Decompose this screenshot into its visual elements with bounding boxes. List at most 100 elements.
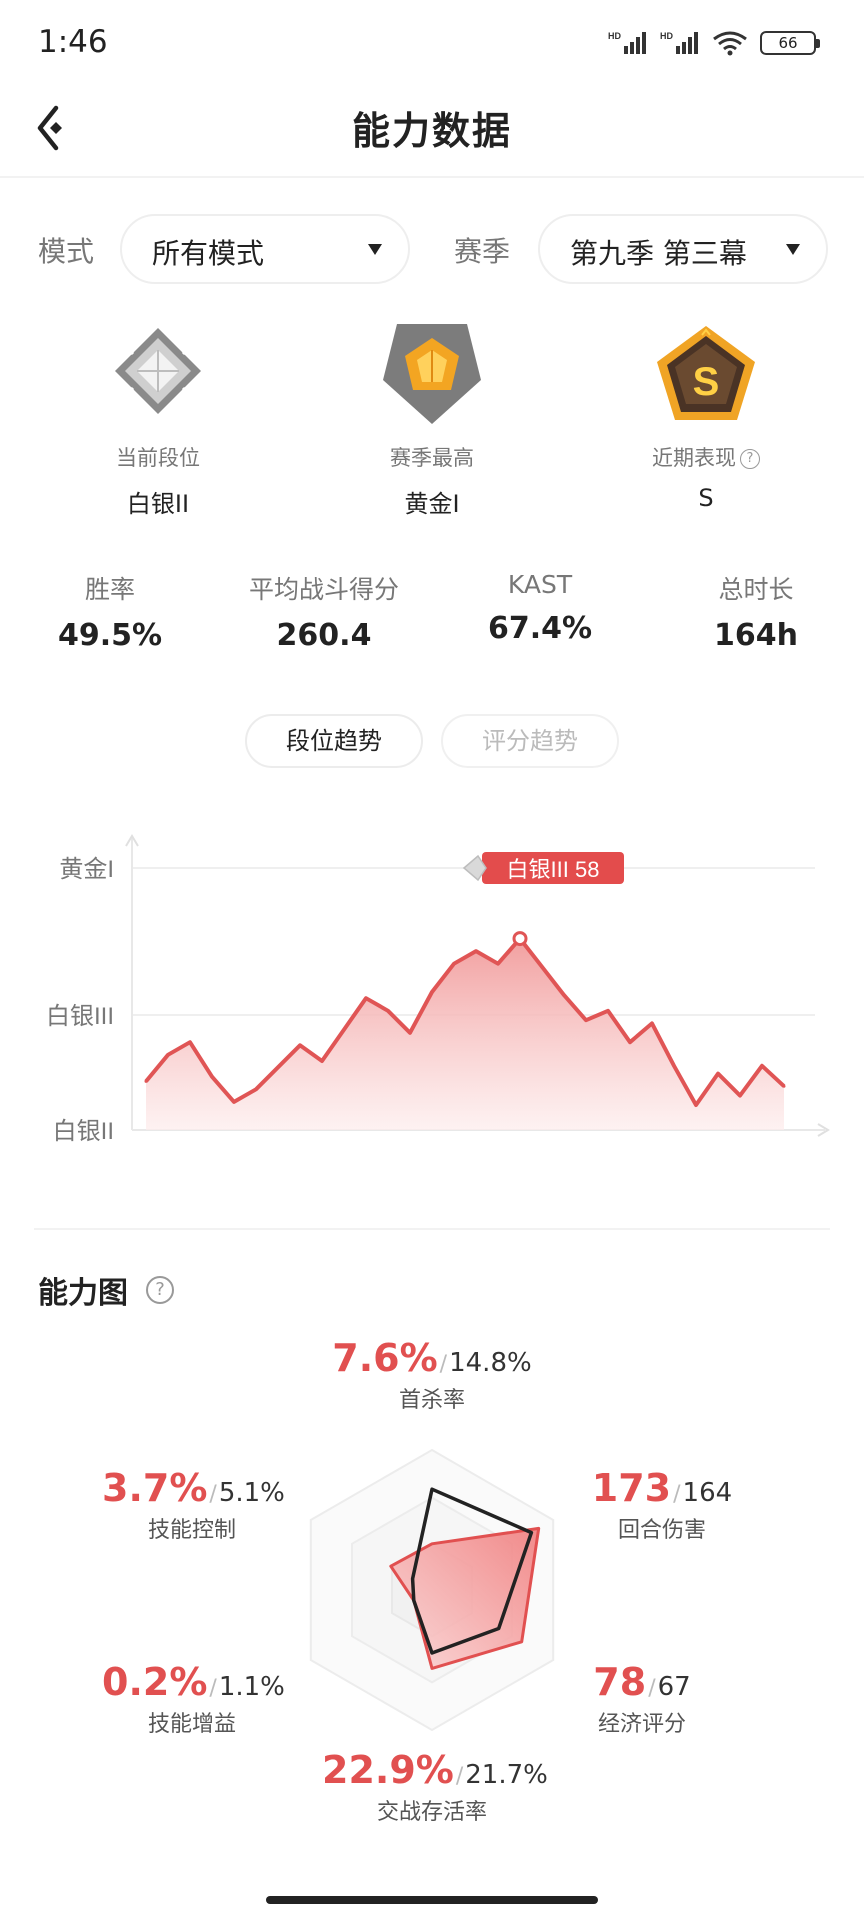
chart-y-tick-label: 白银III [46,1003,114,1030]
mode-label: 模式 [38,235,95,268]
chart-highlight-point[interactable] [512,931,528,947]
ability-title: 能力图 [38,1276,128,1311]
metric-values: 173/164 [562,1466,762,1510]
chart-point [320,1059,324,1063]
season-dropdown-value: 第九季 第三幕 [570,237,747,270]
metric-values: 78/67 [562,1660,722,1704]
silver-rank-badge [103,320,213,430]
metric-values: 22.9%/21.7% [322,1748,548,1792]
chart-point [342,1028,346,1032]
metric-engagement-survival: 22.9%/21.7% 交战存活率 [322,1748,548,1826]
stat-label: 平均战斗得分 [248,575,399,604]
home-indicator[interactable] [266,1896,598,1904]
chart-point [716,1072,720,1076]
rank-value: 白银II [126,490,190,518]
chart-divider [34,1228,830,1230]
chart-point [254,1087,258,1091]
metric-mine: 7.6% [332,1336,438,1380]
filter-row: 模式 所有模式 赛季 第九季 第三幕 [0,214,864,286]
metric-mine: 173 [591,1466,672,1510]
rank-value: 黄金I [404,490,460,518]
status-time: 1:46 [38,24,108,60]
metric-first-kill-rate: 7.6%/14.8% 首杀率 [332,1336,532,1414]
metric-round-damage: 173/164 回合伤害 [562,1466,762,1544]
chart-point [452,962,456,966]
metric-avg: 14.8% [449,1348,532,1378]
gold-rank-badge [377,320,487,430]
metric-mine: 22.9% [322,1748,454,1792]
metric-name: 回合伤害 [617,1518,706,1543]
help-icon[interactable]: ? [146,1276,174,1304]
metric-avg: 5.1% [218,1478,285,1508]
rank-section: 当前段位 白银II 赛季最高 黄金I S 近期表现? S [0,320,864,520]
chart-y-tick-label: 黄金I [59,856,114,883]
chart-point [496,962,500,966]
chart-point [672,1064,676,1068]
metric-name: 技能控制 [147,1518,236,1543]
rank-value: S [698,484,714,512]
caret-down-icon [786,244,800,255]
rank-trend-svg: 黄金I 白银III 白银II 白银III 58 [46,834,830,1145]
rank-label-text: 近期表现 [652,446,736,470]
metric-sep: / [439,1352,448,1377]
battery-icon: 66 [760,31,820,55]
metric-sep: / [455,1764,464,1789]
chart-point [298,1043,302,1047]
season-label: 赛季 [454,235,511,268]
stat-value: 260.4 [276,618,372,653]
chart-point [386,1009,390,1013]
metric-avg: 1.1% [218,1672,285,1702]
metric-skill-buff: 0.2%/1.1% 技能增益 [102,1660,285,1738]
stat-value: 49.5% [57,618,163,653]
chart-point [628,1040,632,1044]
metric-skill-control: 3.7%/5.1% 技能控制 [102,1466,285,1544]
rank-trend-chart: 黄金I 白银III 白银II 白银III 58 [0,820,864,1180]
chart-area-fill [146,938,784,1130]
stat-value: 67.4% [487,611,593,646]
stats-row: 胜率 49.5% 平均战斗得分 260.4 KAST 67.4% 总时长 164… [0,570,864,670]
chart-point [694,1103,698,1107]
recent-performance: S 近期表现? S [606,320,806,512]
chart-point [144,1079,148,1083]
metric-values: 3.7%/5.1% [102,1466,285,1510]
season-dropdown[interactable]: 第九季 第三幕 [538,214,828,284]
chart-y-tick-label: 白银II [53,1118,114,1145]
metric-sep: / [209,1676,217,1701]
header-divider [0,176,864,178]
metric-mine: 3.7% [102,1466,208,1510]
chart-point [584,1018,588,1022]
metric-name: 交战存活率 [376,1800,487,1825]
metric-sep: / [209,1482,217,1507]
hd-signal-icon: HD [608,31,646,54]
chart-point [166,1053,170,1057]
metric-mine: 0.2% [102,1660,208,1704]
stat-avg-combat-score: 平均战斗得分 260.4 [214,570,434,653]
status-icons: HD HD 66 [608,26,820,60]
chart-point [364,996,368,1000]
rank-label: 当前段位 [116,446,200,470]
season-peak-rank: 赛季最高 黄金I [332,320,532,519]
help-icon[interactable]: ? [740,449,760,469]
metric-values: 0.2%/1.1% [102,1660,285,1704]
chart-point [276,1065,280,1069]
mode-dropdown[interactable]: 所有模式 [120,214,410,284]
tab-score-trend[interactable]: 评分趋势 [441,714,619,768]
rank-label: 近期表现? [606,442,806,472]
tab-rank-trend[interactable]: 段位趋势 [245,714,423,768]
header: 能力数据 [0,80,864,176]
metric-mine: 78 [593,1660,647,1704]
chart-point [782,1084,786,1088]
battery-level: 66 [778,34,798,52]
status-bar: 1:46 HD HD 66 [0,0,864,80]
svg-text:S: S [693,360,720,404]
chart-point [188,1040,192,1044]
chart-point [562,993,566,997]
trend-tabs: 段位趋势 评分趋势 [0,714,864,770]
metric-economy-score: 78/67 经济评分 [562,1660,722,1738]
chart-point [408,1031,412,1035]
ability-radar: 7.6%/14.8% 首杀率 173/164 回合伤害 78/67 经济评分 2… [0,1330,864,1850]
stat-label: KAST [507,570,573,599]
chart-point [540,965,544,969]
current-rank: 当前段位 白银II [58,320,258,519]
metric-avg: 67 [657,1672,691,1702]
